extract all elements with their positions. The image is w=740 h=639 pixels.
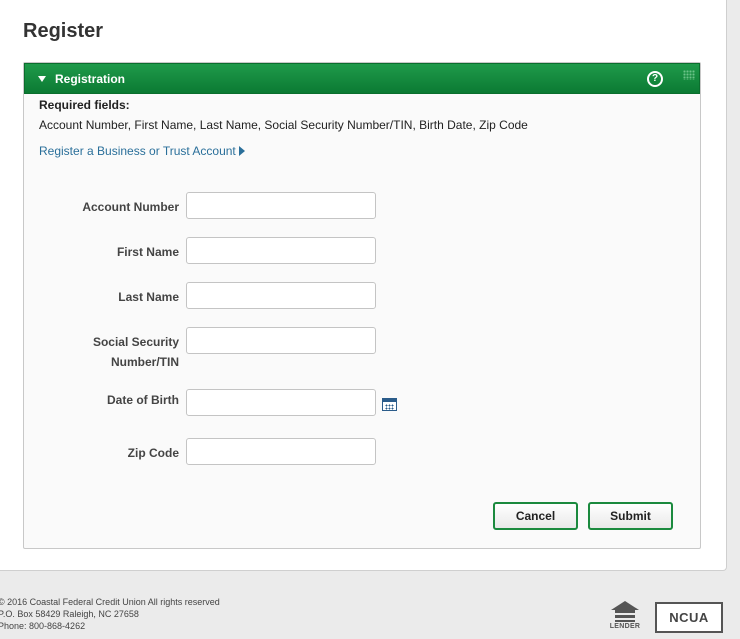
caret-down-icon[interactable] [38,76,46,82]
panel-title: Registration [55,72,126,86]
ssn-label-line2: Number/TIN [110,355,179,369]
house-icon [610,601,640,623]
zip-code-input[interactable] [186,438,376,465]
ssn-input[interactable] [186,327,376,354]
dob-label: Date of Birth [107,393,179,407]
help-icon[interactable]: ? [647,71,663,87]
footer-copyright: © 2016 Coastal Federal Credit Union All … [0,597,220,607]
register-card: Register Registration ? Required fields:… [0,0,727,571]
calendar-icon[interactable] [382,398,397,411]
grip-icon[interactable] [683,70,695,80]
footer: © 2016 Coastal Federal Credit Union All … [0,596,220,632]
ncua-logo: NCUA [655,602,723,633]
last-name-label: Last Name [118,290,179,304]
account-number-label: Account Number [82,200,179,214]
registration-panel: Registration ? Required fields: Account … [23,62,701,549]
business-trust-link-label[interactable]: Register a Business or Trust Account [39,144,236,158]
page-title: Register [23,20,104,42]
business-trust-link[interactable]: Register a Business or Trust Account [39,144,245,158]
account-number-input[interactable] [186,192,376,219]
dob-input[interactable] [186,389,376,416]
first-name-input[interactable] [186,237,376,264]
last-name-input[interactable] [186,282,376,309]
ncua-text: NCUA [669,610,709,625]
submit-button[interactable]: Submit [588,502,673,530]
ehl-text: LENDER [609,623,641,630]
panel-header[interactable]: Registration ? [24,63,700,94]
footer-phone: Phone: 800-868-4262 [0,621,86,631]
required-fields-list: Account Number, First Name, Last Name, S… [39,118,528,132]
zip-code-label: Zip Code [127,446,179,460]
footer-address: P.O. Box 58429 Raleigh, NC 27658 [0,609,139,619]
arrow-right-icon [238,146,245,156]
ssn-label-line1: Social Security [92,335,179,349]
cancel-button[interactable]: Cancel [493,502,578,530]
equal-housing-lender-logo: LENDER [608,601,642,635]
ssn-label: Social Security Number/TIN [39,332,179,372]
first-name-label: First Name [116,245,179,259]
required-fields-label: Required fields: [39,98,130,112]
